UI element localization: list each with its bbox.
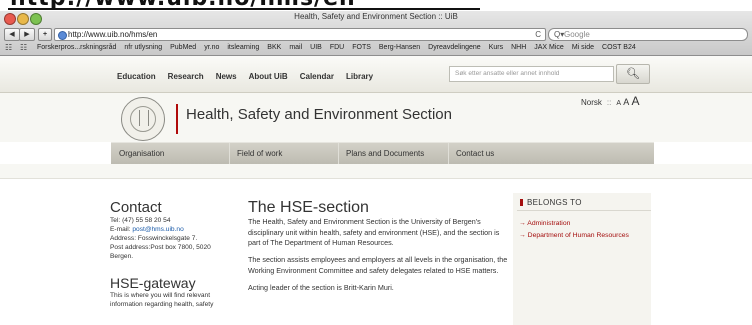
browser-chrome: Health, Safety and Environment Section :… (0, 11, 752, 56)
bookmark-item[interactable]: COST B24 (602, 44, 636, 51)
belongs-to-sidebar: BELONGS TO → Administration → Department… (513, 193, 651, 325)
contact-email-link[interactable]: post@hms.uib.no (132, 226, 183, 233)
bookmark-item[interactable]: yr.no (204, 44, 219, 51)
grid-icon[interactable]: ☷ (20, 44, 27, 52)
center-column: The HSE-section The Health, Safety and E… (248, 199, 510, 299)
header-divider (176, 104, 178, 134)
language-separator: :: (606, 98, 612, 107)
intro-paragraph: The Health, Safety and Environment Secti… (248, 217, 500, 248)
site-top-nav: Education Research News About UiB Calendar Li… (0, 56, 752, 93)
section-nav-plans-and-documents[interactable]: Plans and Documents (338, 143, 449, 164)
text-size-large[interactable]: A (632, 94, 640, 108)
contact-email-line: E-mail: post@hms.uib.no (110, 225, 240, 234)
site-search-placeholder: Søk etter ansatte eller annet innhold (455, 70, 560, 77)
nav-calendar[interactable]: Calendar (300, 72, 334, 81)
bookmark-item[interactable]: UIB (310, 44, 322, 51)
reload-button[interactable]: C (535, 29, 541, 40)
leader-paragraph: Acting leader of the section is Britt-Ka… (248, 282, 394, 292)
bookmark-item[interactable]: Berg-Hansen (379, 44, 420, 51)
section-nav-contact-us[interactable]: Contact us (448, 143, 560, 164)
url-banner-underline (8, 8, 480, 10)
site-search-button[interactable]: 🔍︎ (616, 64, 650, 84)
bookmark-item[interactable]: FDU (330, 44, 344, 51)
site-search-input[interactable]: Søk etter ansatte eller annet innhold (449, 66, 614, 82)
book-icon[interactable]: ☷ (5, 44, 12, 52)
contact-tel: Tel: (47) 55 58 20 54 (110, 217, 171, 224)
text-size-small[interactable]: A (616, 100, 621, 107)
address-bar-url: http://www.uib.no/hms/en (68, 30, 158, 39)
language-norsk-link[interactable]: Norsk (581, 98, 602, 107)
bookmark-item[interactable]: Dyreavdelingene (428, 44, 481, 51)
nav-research[interactable]: Research (168, 72, 204, 81)
nav-library[interactable]: Library (346, 72, 373, 81)
site-nav-links: Education Research News About UiB Calendar Li… (117, 72, 385, 81)
main-content: Contact Tel: (47) 55 58 20 54 E-mail: po… (0, 179, 752, 325)
nav-education[interactable]: Education (117, 72, 156, 81)
university-seal-logo[interactable] (121, 97, 165, 141)
hse-gateway-text-line1: This is where you will find relevant (110, 292, 211, 299)
link-administration[interactable]: → Administration (519, 220, 570, 227)
contact-city: Bergen. (110, 253, 134, 260)
magnifier-icon: 🔍︎ (626, 68, 640, 80)
belongs-to-label: BELONGS TO (527, 198, 582, 207)
bookmark-list: Forskerpros...rskningsråd nfr utlysning Pu… (37, 42, 644, 54)
title-bar: Health, Safety and Environment Section :… (0, 11, 752, 25)
forward-button[interactable]: ▶ (19, 28, 35, 41)
contact-heading: Contact (110, 199, 162, 216)
bookmark-item[interactable]: JAX Mice (534, 44, 564, 51)
hse-gateway-text-line2: information regarding health, safety (110, 301, 214, 308)
back-button[interactable]: ◀ (4, 28, 20, 41)
header-bottom-strip (0, 164, 752, 179)
text-size-medium[interactable]: A (623, 97, 629, 107)
site-header: Health, Safety and Environment Section N… (0, 93, 752, 142)
section-nav: Organisation Field of work Plans and Doc… (111, 142, 654, 165)
section-nav-organisation[interactable]: Organisation (111, 143, 230, 164)
window-title: Health, Safety and Environment Section :… (294, 12, 458, 21)
bookmark-item[interactable]: itslearning (227, 44, 259, 51)
section-nav-field-of-work[interactable]: Field of work (229, 143, 339, 164)
assistance-paragraph: The section assists employees and employ… (248, 255, 508, 275)
bookmark-item[interactable]: BKK (267, 44, 281, 51)
address-bar[interactable]: http://www.uib.no/hms/en C (54, 28, 546, 41)
red-marker-icon (520, 199, 523, 207)
bookmark-item[interactable]: nfr utlysning (124, 44, 162, 51)
browser-toolbar: ◀ ▶ + http://www.uib.no/hms/en C Q▾ Goog… (0, 27, 752, 41)
contact-post-address: Post address:Post box 7800, 5020 (110, 244, 211, 251)
bookmark-item[interactable]: Forskerpros...rskningsråd (37, 44, 116, 51)
language-and-text-size: Norsk:: A A A (581, 94, 640, 108)
browser-search-placeholder: Google (564, 30, 590, 39)
sidebar-divider (517, 210, 651, 211)
nav-news[interactable]: News (216, 72, 237, 81)
bookmark-item[interactable]: FOTS (352, 44, 371, 51)
page-title[interactable]: Health, Safety and Environment Section (186, 106, 452, 123)
search-icon: Q▾ (554, 30, 565, 39)
bookmark-item[interactable]: PubMed (170, 44, 196, 51)
belongs-to-heading: BELONGS TO (520, 198, 582, 207)
bookmark-item[interactable]: Mi side (572, 44, 594, 51)
browser-search-field[interactable]: Q▾ Google (548, 28, 748, 41)
left-column: Contact Tel: (47) 55 58 20 54 E-mail: po… (110, 199, 240, 309)
seal-emblem (139, 110, 149, 126)
add-bookmark-button[interactable]: + (38, 28, 52, 41)
bookmarks-bar: ☷ ☷ Forskerpros...rskningsråd nfr utlysni… (0, 42, 752, 54)
url-banner: http://www.uib.no/hms/en (0, 0, 752, 11)
globe-icon (58, 31, 67, 40)
contact-address: Address: Fosswinckelsgate 7. (110, 235, 198, 242)
hse-gateway-heading: HSE-gateway (110, 275, 196, 291)
bookmark-item[interactable]: mail (289, 44, 302, 51)
nav-about-uib[interactable]: About UiB (249, 72, 288, 81)
contact-email-prefix: E-mail: (110, 226, 133, 233)
bookmark-item[interactable]: NHH (511, 44, 526, 51)
link-department-of-human-resources[interactable]: → Department of Human Resources (519, 232, 629, 239)
hse-section-heading: The HSE-section (248, 199, 369, 216)
bookmark-item[interactable]: Kurs (489, 44, 503, 51)
